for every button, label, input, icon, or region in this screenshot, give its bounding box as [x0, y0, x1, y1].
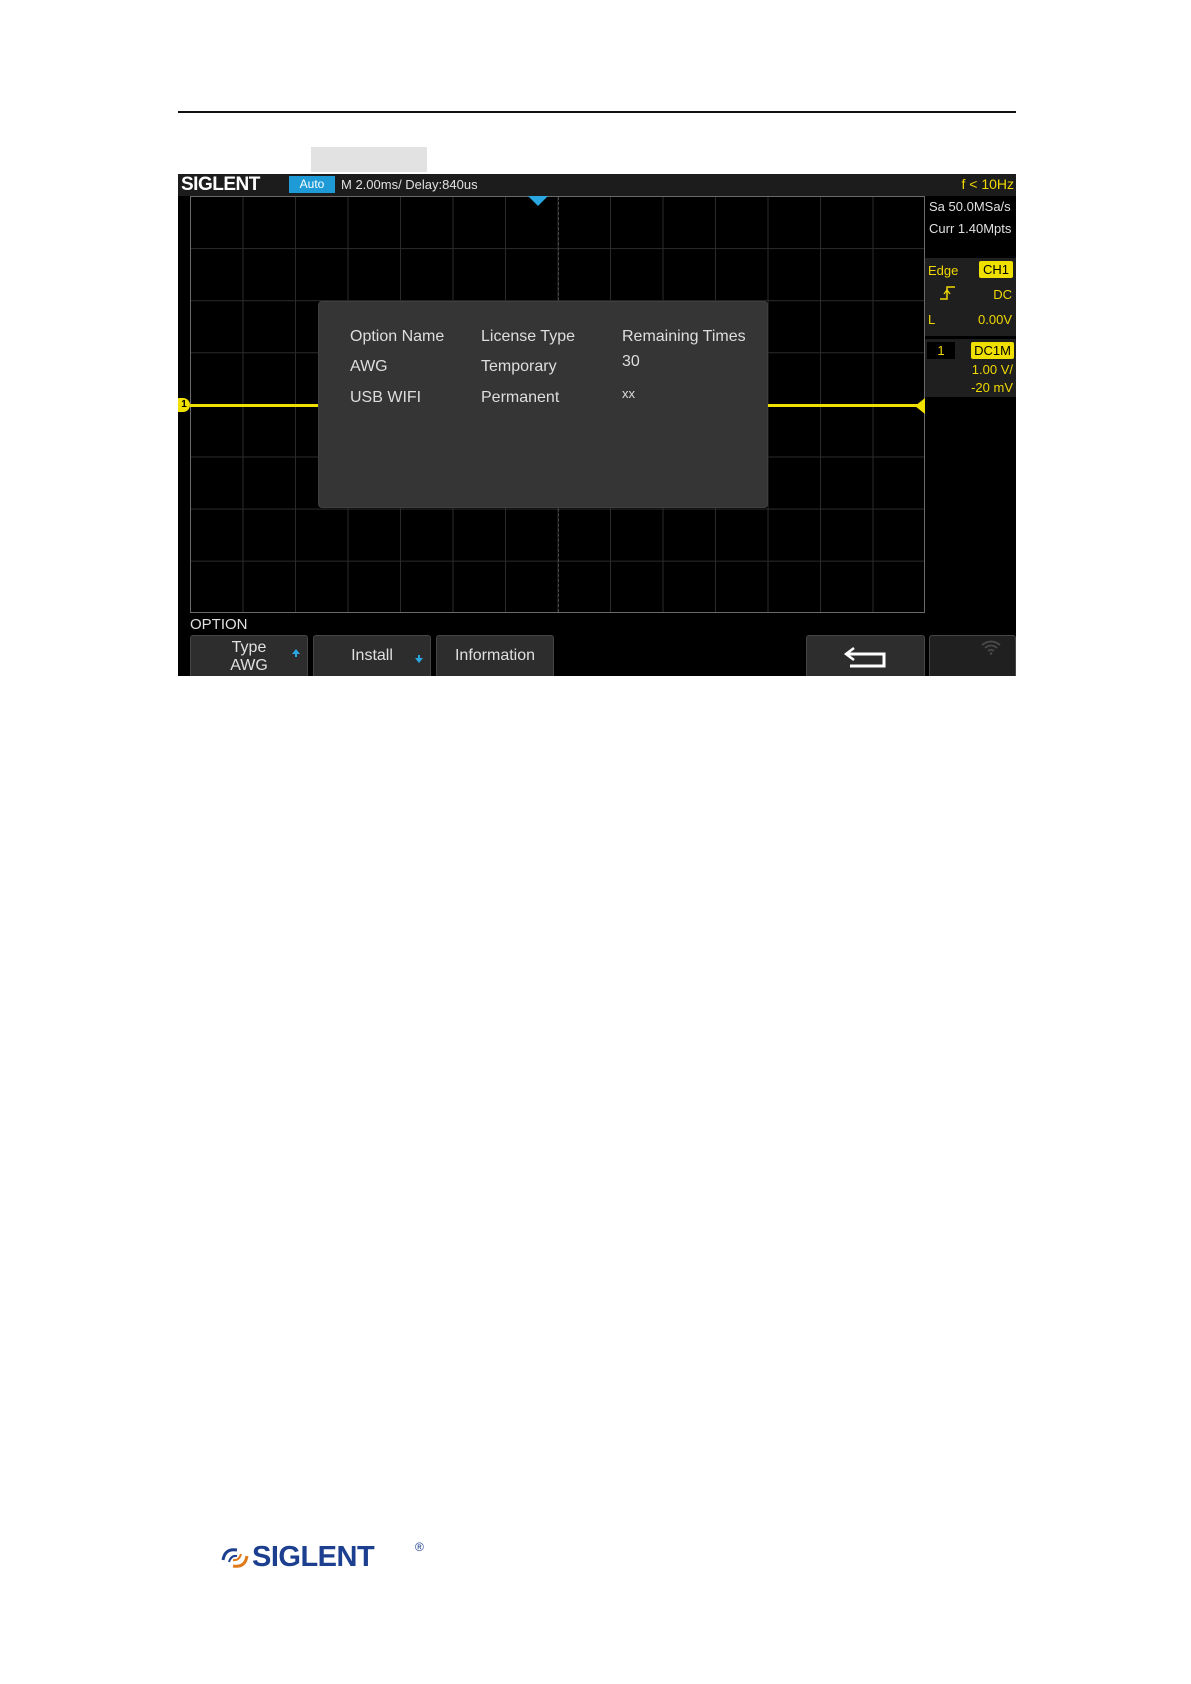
caption-highlight — [311, 147, 427, 172]
brand-logo: SIGLENT — [181, 174, 260, 195]
header-option-name: Option Name — [350, 328, 445, 345]
channel-number: 1 — [927, 342, 955, 359]
row-1-remaining: 30 — [622, 353, 640, 370]
oscilloscope-screen: SIGLENT Auto M 2.00ms/ Delay:840us f < 1… — [178, 174, 1016, 676]
back-button[interactable] — [806, 635, 925, 676]
row-2-license: Permanent — [481, 389, 560, 406]
menu-title: OPTION — [190, 616, 248, 633]
type-button-value: AWG — [230, 657, 268, 674]
channel-offset: -20 mV — [971, 380, 1013, 395]
row-2-option: USB WIFI — [350, 389, 422, 406]
arrow-down-icon — [415, 655, 423, 663]
trigger-type: Edge — [928, 263, 959, 278]
arrow-up-icon — [292, 649, 300, 657]
trigger-coupling: DC — [993, 287, 1012, 302]
trigger-level-icon[interactable] — [915, 398, 925, 414]
page-top-rule — [178, 111, 1016, 113]
channel-1-marker[interactable]: 1 — [178, 398, 190, 412]
type-button-label: Type — [231, 639, 267, 656]
row-1-option: AWG — [350, 358, 388, 375]
header-remaining-times: Remaining Times — [622, 328, 746, 345]
wifi-status-button[interactable] — [929, 635, 1016, 676]
channel-coupling-badge: DC1M — [971, 342, 1014, 359]
trigger-level-label: L — [928, 312, 936, 327]
timebase-readout: M 2.00ms/ Delay:840us — [341, 177, 478, 192]
side-info-panel: Sa 50.0MSa/s Curr 1.40Mpts Edge CH1 DC L… — [925, 196, 1016, 676]
header-license-type: License Type — [481, 328, 575, 345]
trigger-level-value: 0.00V — [978, 312, 1012, 327]
channel-info-box[interactable]: 1 DC1M 1.00 V/ -20 mV — [925, 339, 1016, 397]
type-button[interactable]: Type AWG — [190, 635, 308, 676]
sample-rate: Sa 50.0MSa/s — [929, 199, 1011, 214]
trigger-position-icon[interactable] — [528, 196, 548, 206]
frequency-readout: f < 10Hz — [961, 176, 1014, 192]
row-2-remaining: xx — [622, 386, 635, 401]
install-button[interactable]: Install — [313, 635, 431, 676]
memory-depth: Curr 1.40Mpts — [929, 221, 1012, 236]
trigger-mode-badge[interactable]: Auto — [289, 176, 335, 193]
registered-mark: ® — [415, 1540, 424, 1554]
rising-edge-icon — [940, 286, 955, 300]
channel-scale: 1.00 V/ — [971, 362, 1013, 377]
footer-brand-logo: SIGLENT ® — [219, 1540, 429, 1576]
footer-brand-text: SIGLENT — [252, 1541, 375, 1573]
option-info-dialog: Option Name License Type Remaining Times… — [318, 301, 768, 508]
trigger-source-badge: CH1 — [978, 261, 1013, 278]
wifi-icon — [981, 640, 1001, 655]
trigger-info-box[interactable]: Edge CH1 DC L 0.00V — [925, 258, 1016, 336]
ch1-trace-right — [768, 404, 925, 407]
status-bar: SIGLENT Auto M 2.00ms/ Delay:840us f < 1… — [178, 174, 1016, 196]
row-1-license: Temporary — [481, 358, 557, 375]
siglent-swirl-icon — [221, 1548, 249, 1568]
return-arrow-icon — [843, 647, 886, 668]
install-button-label: Install — [351, 647, 393, 664]
information-button-label: Information — [454, 647, 536, 664]
information-button[interactable]: Information — [436, 635, 554, 676]
